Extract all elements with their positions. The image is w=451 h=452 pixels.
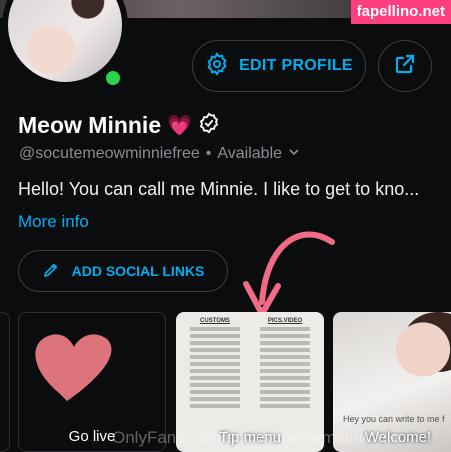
handle-row: @socutemeowminniefree • Available xyxy=(19,145,300,163)
welcome-caption: Hey you can write to me f xyxy=(343,414,445,424)
verified-badge-icon xyxy=(198,112,220,139)
profile-name-row: Meow Minnie 💗 xyxy=(18,112,220,139)
availability-status[interactable]: Available xyxy=(217,145,282,163)
more-info-link[interactable]: More info xyxy=(18,212,89,232)
add-social-links-label: ADD SOCIAL LINKS xyxy=(71,263,205,279)
curved-arrow-annotation xyxy=(243,231,335,317)
photo-face xyxy=(393,318,451,388)
display-name: Meow Minnie xyxy=(18,112,162,138)
share-icon xyxy=(393,52,417,81)
heart-icon xyxy=(35,334,112,401)
share-button[interactable] xyxy=(378,40,432,92)
edit-profile-button[interactable]: EDIT PROFILE xyxy=(192,40,366,92)
edit-profile-label: EDIT PROFILE xyxy=(239,57,353,74)
online-status-dot xyxy=(103,68,123,88)
media-tile-partial[interactable] xyxy=(0,312,10,452)
watermark-badge: fapellino.net xyxy=(350,0,451,24)
menu-header-pics-video: PICS.VIDEO xyxy=(267,318,303,324)
gear-icon xyxy=(205,51,229,81)
tip-menu-preview: CUSTOMS PICS.VIDEO xyxy=(184,316,316,411)
menu-header-customs: CUSTOMS xyxy=(200,318,230,324)
add-social-links-button[interactable]: ADD SOCIAL LINKS xyxy=(18,250,228,292)
footer-watermark: OnlyFans.com/socutemeowminniefree xyxy=(112,428,402,447)
separator-dot: • xyxy=(205,145,212,162)
chevron-down-icon[interactable] xyxy=(288,145,300,163)
heart-emoji: 💗 xyxy=(167,115,193,137)
bio-text: Hello! You can call me Minnie. I like to… xyxy=(18,179,420,199)
username-handle: @socutemeowminniefree xyxy=(19,145,200,162)
pencil-icon xyxy=(42,261,60,282)
